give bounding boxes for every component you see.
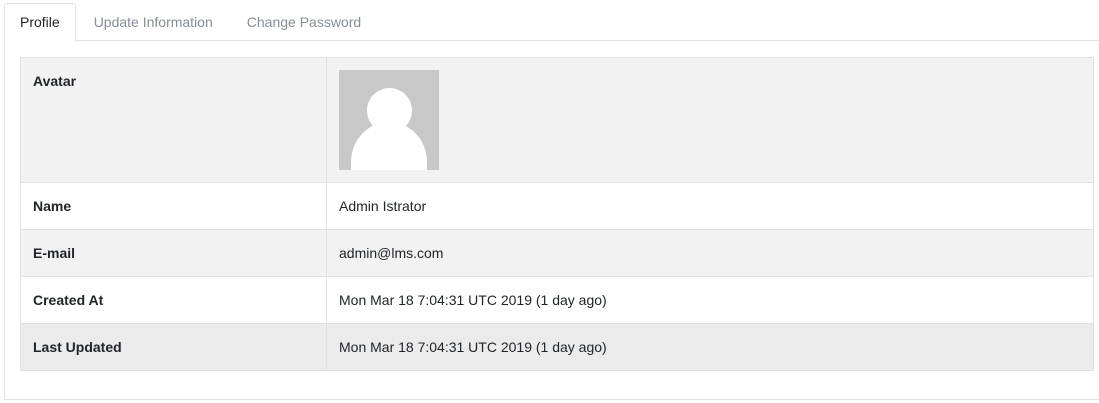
avatar-body-shape bbox=[351, 122, 427, 170]
row-value-name: Admin Istrator bbox=[326, 182, 1094, 230]
row-label-email: E-mail bbox=[20, 229, 327, 277]
table-row-email: E-mail admin@lms.com bbox=[20, 229, 1094, 277]
row-value-avatar bbox=[326, 57, 1094, 183]
profile-tabs: Profile Update Information Change Passwo… bbox=[4, 3, 1099, 42]
row-value-last-updated: Mon Mar 18 7:04:31 UTC 2019 (1 day ago) bbox=[326, 323, 1094, 371]
default-user-avatar-icon bbox=[339, 70, 439, 170]
row-value-email: admin@lms.com bbox=[326, 229, 1094, 277]
table-row-last-updated: Last Updated Mon Mar 18 7:04:31 UTC 2019… bbox=[20, 323, 1094, 371]
table-row-avatar: Avatar bbox=[20, 57, 1094, 183]
tab-change-password[interactable]: Change Password bbox=[231, 3, 377, 41]
tab-profile[interactable]: Profile bbox=[4, 3, 76, 42]
row-label-avatar: Avatar bbox=[20, 57, 327, 183]
profile-table: Avatar Name Admin Istrator E-mail admin@… bbox=[20, 57, 1094, 371]
tab-update-information[interactable]: Update Information bbox=[78, 3, 229, 41]
row-label-name: Name bbox=[20, 182, 327, 230]
table-row-name: Name Admin Istrator bbox=[20, 182, 1094, 230]
row-value-created-at: Mon Mar 18 7:04:31 UTC 2019 (1 day ago) bbox=[326, 276, 1094, 324]
table-row-created-at: Created At Mon Mar 18 7:04:31 UTC 2019 (… bbox=[20, 276, 1094, 324]
row-label-created-at: Created At bbox=[20, 276, 327, 324]
row-label-last-updated: Last Updated bbox=[20, 323, 327, 371]
